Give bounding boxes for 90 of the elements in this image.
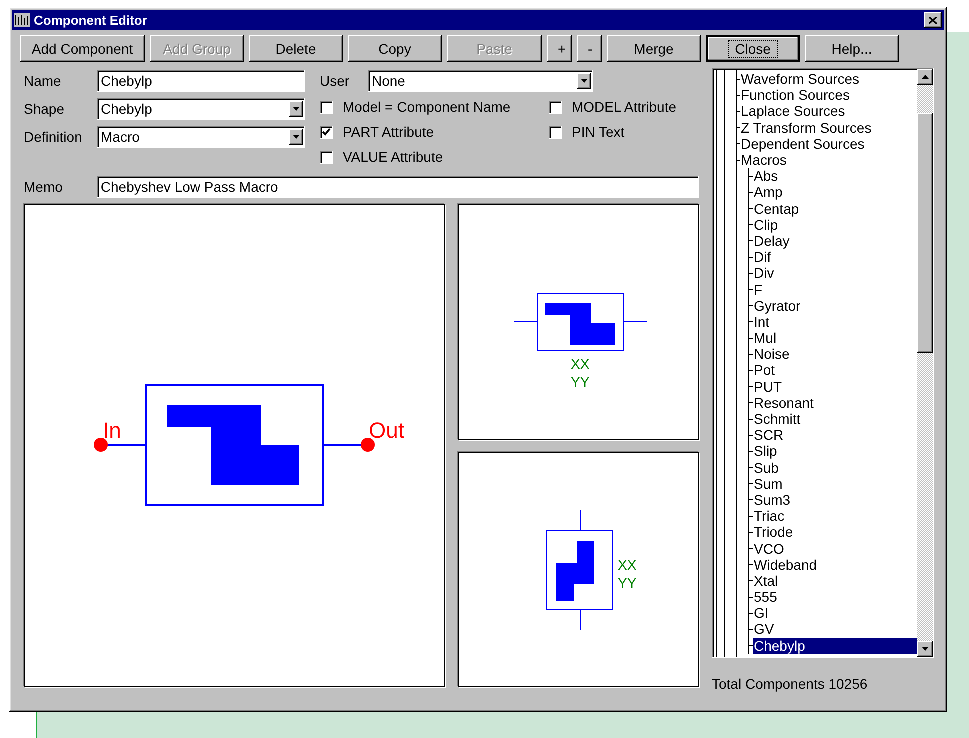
tree-item[interactable]: Amp: [753, 184, 784, 200]
field-label: Shape: [24, 101, 66, 117]
up-arrow-icon: [922, 75, 928, 79]
tree-item[interactable]: GI: [753, 605, 770, 622]
tree-item[interactable]: Schmitt: [753, 411, 802, 428]
name-field[interactable]: Chebylp: [97, 70, 305, 92]
check-icon: [322, 128, 331, 136]
tree-item[interactable]: PUT: [753, 378, 783, 395]
close-icon: [929, 16, 937, 24]
pin: [323, 438, 375, 452]
tree-item[interactable]: Chebylp: [753, 638, 917, 654]
tree-item[interactable]: Z Transform Sources: [740, 120, 873, 136]
tree-item[interactable]: Centap: [753, 200, 800, 217]
symbol-label: YY: [618, 575, 637, 591]
tree-item[interactable]: 555: [753, 589, 778, 606]
caret-icon: [292, 107, 300, 111]
tree-item[interactable]: Resonant: [753, 394, 815, 411]
tree-item[interactable]: Dependent Sources: [740, 136, 866, 152]
window-title: Component Editor: [34, 12, 148, 28]
tree-item[interactable]: Macros: [740, 152, 788, 168]
tree-item[interactable]: Div: [753, 265, 776, 282]
checkbox[interactable]: PART Attribute: [320, 124, 549, 140]
dropdown-button[interactable]: [577, 73, 591, 89]
checkbox-box[interactable]: [320, 126, 333, 138]
scroll-up-button[interactable]: [917, 69, 933, 85]
user-dropdown[interactable]: None: [368, 70, 593, 92]
toolbar-button[interactable]: Delete: [249, 35, 343, 62]
toolbar-button[interactable]: Copy: [348, 35, 442, 62]
checkbox-box[interactable]: [549, 100, 562, 114]
pin-label: Out: [369, 418, 404, 443]
tree-item[interactable]: Mul: [753, 330, 778, 346]
tree-item[interactable]: Delay: [753, 232, 791, 249]
tree-item[interactable]: Abs: [753, 168, 780, 184]
pin-label: In: [103, 418, 122, 443]
down-arrow-icon: [922, 647, 928, 651]
status-text: Total Components 10256: [712, 676, 869, 692]
field-label: Name: [24, 73, 62, 89]
symbol-label: XX: [618, 557, 637, 573]
tree-item[interactable]: Function Sources: [740, 87, 851, 104]
field-label: Definition: [24, 129, 84, 145]
tree-item[interactable]: Xtal: [753, 572, 780, 589]
checkbox[interactable]: VALUE Attribute: [320, 149, 549, 165]
tree-item[interactable]: Clip: [753, 216, 780, 233]
app-icon: [14, 13, 30, 27]
checkbox[interactable]: Model = Component Name: [320, 99, 549, 115]
tree-item[interactable]: Int: [753, 314, 771, 330]
tree-item[interactable]: Dif: [753, 249, 772, 266]
checkbox-box[interactable]: [549, 126, 562, 138]
scrollbar-thumb[interactable]: [917, 113, 933, 353]
dropdown-button[interactable]: [289, 129, 303, 145]
memo-field[interactable]: Chebyshev Low Pass Macro: [96, 176, 699, 198]
tree-item[interactable]: SCR: [753, 427, 785, 444]
caret-icon: [580, 79, 588, 83]
close-button[interactable]: [924, 12, 942, 28]
tree-item[interactable]: Sub: [753, 460, 780, 476]
tree-item[interactable]: Triode: [753, 524, 794, 540]
toolbar-button[interactable]: Merge: [607, 35, 701, 62]
symbol-label: YY: [571, 374, 590, 390]
toolbar-button[interactable]: +: [547, 35, 572, 62]
caret-icon: [292, 135, 300, 139]
checkbox-box[interactable]: [320, 100, 333, 114]
dropdown-field[interactable]: Chebylp: [97, 98, 305, 120]
tree-item[interactable]: Noise: [753, 346, 791, 362]
tree-item[interactable]: F: [753, 282, 764, 298]
dropdown-button[interactable]: [289, 101, 303, 117]
scrollbar[interactable]: [917, 69, 933, 657]
toolbar-button[interactable]: -: [577, 35, 602, 62]
toolbar-button[interactable]: Close: [706, 35, 800, 62]
tree-item[interactable]: GV: [753, 621, 776, 638]
tree-item[interactable]: Laplace Sources: [740, 103, 846, 120]
tree-item[interactable]: Triac: [753, 508, 786, 524]
checkbox[interactable]: PIN Text: [549, 124, 709, 140]
dropdown-field[interactable]: Macro: [97, 126, 305, 148]
checkbox-box[interactable]: [320, 150, 333, 164]
tree-item[interactable]: Slip: [753, 443, 778, 460]
pin: [94, 438, 146, 452]
tree-item[interactable]: Sum3: [753, 492, 792, 508]
tree-item[interactable]: Wideband: [753, 556, 818, 573]
scroll-down-button[interactable]: [917, 641, 933, 657]
toolbar-button[interactable]: Help...: [805, 35, 899, 62]
toolbar-button[interactable]: Add Component: [20, 35, 145, 62]
field-label: Memo: [24, 179, 64, 195]
tree-item[interactable]: VCO: [753, 540, 786, 557]
tree-item[interactable]: Gyrator: [753, 298, 802, 314]
field-label: User: [320, 73, 351, 89]
tree-item[interactable]: Waveform Sources: [740, 71, 861, 88]
tree-item[interactable]: Sum: [753, 476, 784, 492]
symbol-label: XX: [571, 356, 590, 372]
checkbox[interactable]: MODEL Attribute: [549, 99, 709, 115]
tree-item[interactable]: Pot: [753, 362, 776, 378]
